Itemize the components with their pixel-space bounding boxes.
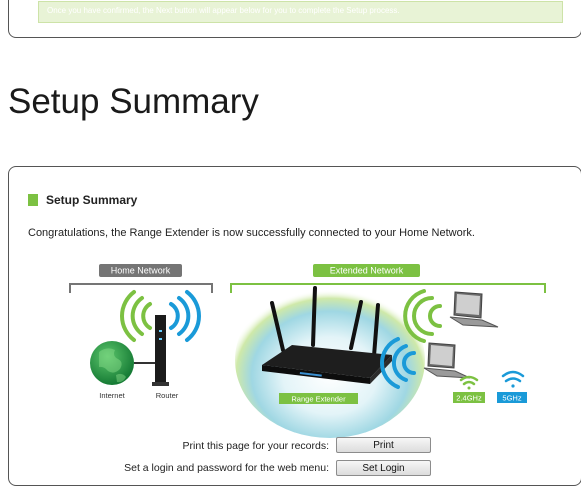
previous-step-card: Once you have confirmed, the Next button… xyxy=(8,0,581,38)
confirmation-note-text: Once you have confirmed, the Next button… xyxy=(47,6,400,15)
success-message: Congratulations, the Range Extender is n… xyxy=(28,227,475,239)
setup-summary-card xyxy=(8,166,581,486)
card-heading-text: Setup Summary xyxy=(46,193,138,207)
print-row-label: Print this page for your records: xyxy=(182,440,329,452)
login-row-label: Set a login and password for the web men… xyxy=(124,462,329,474)
set-login-button[interactable]: Set Login xyxy=(336,460,431,476)
page-title: Setup Summary xyxy=(8,82,259,121)
confirmation-note: Once you have confirmed, the Next button… xyxy=(38,1,563,23)
print-button[interactable]: Print xyxy=(336,437,431,453)
heading-marker-icon xyxy=(28,194,38,206)
card-heading: Setup Summary xyxy=(28,193,137,207)
